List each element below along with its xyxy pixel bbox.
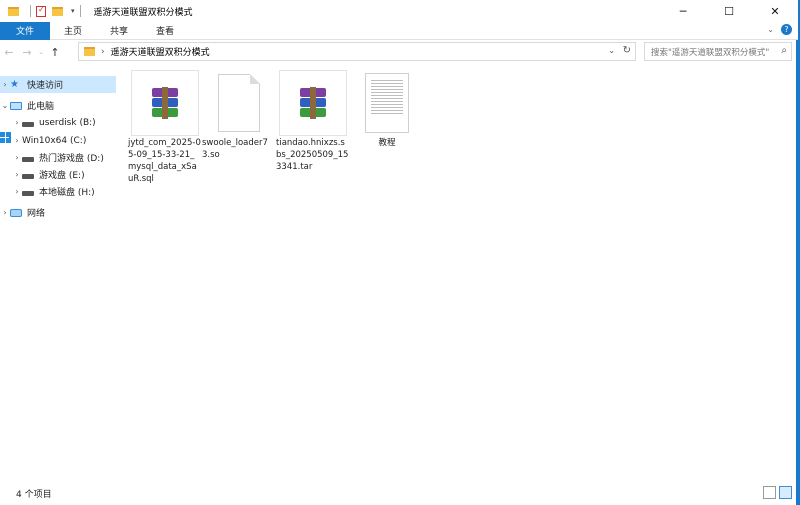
close-button[interactable]: ✕ [752,0,798,22]
view-switcher [763,486,792,499]
expand-arrow-icon[interactable]: › [12,153,22,162]
explorer-window: ▾ 遥游天道联盟双积分模式 ─ ☐ ✕ 文件 主页 共享 查看 ⌄ ? ← → … [0,0,798,505]
tab-home[interactable]: 主页 [50,22,96,40]
folder-icon [84,47,95,56]
network-icon [10,208,22,217]
nav-item-quick-access[interactable]: › ★ 快速访问 [0,76,116,93]
scrollbar[interactable] [792,64,796,482]
search-input[interactable]: 搜索"遥游天道联盟双积分模式" ⌕ [644,42,792,61]
back-button[interactable]: ← [0,42,18,62]
drive-icon [22,121,34,127]
details-view-icon[interactable] [763,486,776,499]
address-row: ← → ⌄ ↑ › 遥游天道联盟双积分模式 ⌄ ↻ 搜索"遥游天道联盟双积分模式… [0,40,798,64]
tab-view[interactable]: 查看 [142,22,188,40]
recent-locations-icon[interactable]: ⌄ [36,42,46,62]
star-icon: ★ [10,78,19,90]
blank-file-icon [205,70,273,136]
nav-item-this-pc[interactable]: ⌄ 此电脑 [0,97,116,114]
nav-label: 此电脑 [27,102,55,112]
breadcrumb[interactable]: 遥游天道联盟双积分模式 [111,45,210,58]
nav-item-drive-b[interactable]: › userdisk (B:) [0,114,116,131]
nav-label: Win10x64 (C:) [22,135,87,146]
expand-arrow-icon[interactable]: › [12,136,22,145]
drive-icon [22,173,34,179]
customize-dropdown-icon[interactable]: ▾ [71,7,75,15]
divider [79,5,81,17]
title-bar: ▾ 遥游天道联盟双积分模式 ─ ☐ ✕ [0,0,798,22]
computer-icon [10,101,22,110]
window-controls: ─ ☐ ✕ [660,0,798,22]
quick-access-toolbar: ▾ [0,0,86,22]
refresh-icon[interactable]: ↻ [623,45,631,56]
tab-file[interactable]: 文件 [0,21,51,40]
properties-icon[interactable] [36,5,46,17]
search-placeholder: 搜索"遥游天道联盟双积分模式" [651,47,770,58]
new-folder-icon[interactable] [52,6,63,16]
item-count: 4 个项目 [16,490,52,500]
address-dropdown-icon[interactable]: ⌄ [608,46,615,55]
large-icons-view-icon[interactable] [779,486,792,499]
file-name: 教程 [378,138,396,148]
file-list: jytd_com_2025-05-09_15-33-21_mysql_data_… [120,64,794,482]
nav-label: 本地磁盘 (H:) [39,188,95,198]
help-icon[interactable]: ? [781,24,792,35]
ribbon-tabs: 文件 主页 共享 查看 ⌄ ? [0,21,798,40]
window-title: 遥游天道联盟双积分模式 [93,7,193,18]
nav-label: userdisk (B:) [39,117,96,128]
expand-arrow-icon[interactable]: › [0,208,10,217]
rar-archive-icon [279,70,347,136]
expand-arrow-icon[interactable]: › [12,118,22,127]
breadcrumb-chevron-icon[interactable]: › [101,47,105,57]
file-name: tiandao.hnixzs.sbs_20250509_153341.tar [276,138,349,172]
file-item[interactable]: 教程 [352,70,422,149]
expand-arrow-icon[interactable]: › [12,187,22,196]
search-icon[interactable]: ⌕ [781,45,787,56]
forward-button[interactable]: → [18,42,36,62]
up-button[interactable]: ↑ [46,42,64,62]
nav-item-drive-e[interactable]: › 游戏盘 (E:) [0,166,116,183]
file-name: jytd_com_2025-05-09_15-33-21_mysql_data_… [128,138,201,184]
address-bar[interactable]: › 遥游天道联盟双积分模式 ⌄ ↻ [78,42,636,61]
expand-arrow-icon[interactable]: › [12,170,22,179]
nav-item-drive-c[interactable]: › Win10x64 (C:) [0,132,116,149]
minimize-button[interactable]: ─ [660,0,706,22]
status-bar: 4 个项目 [0,482,798,505]
expand-arrow-icon[interactable]: › [0,80,10,89]
file-item[interactable]: tiandao.hnixzs.sbs_20250509_153341.tar [276,70,349,173]
rar-archive-icon [131,70,199,136]
text-document-icon [353,70,421,136]
nav-label: 网络 [27,209,46,219]
drive-icon [22,190,34,196]
nav-label: 游戏盘 (E:) [39,171,85,181]
expand-ribbon-icon[interactable]: ⌄ [767,25,774,34]
divider [30,5,31,17]
file-item[interactable]: jytd_com_2025-05-09_15-33-21_mysql_data_… [128,70,201,185]
windows-drive-icon [0,132,11,143]
nav-item-network[interactable]: › 网络 [0,204,116,221]
tab-share[interactable]: 共享 [96,22,142,40]
nav-item-drive-h[interactable]: › 本地磁盘 (H:) [0,183,116,200]
nav-label: 快速访问 [27,81,64,91]
file-item[interactable]: swoole_loader73.so [202,70,274,161]
collapse-arrow-icon[interactable]: ⌄ [0,101,10,110]
file-name: swoole_loader73.so [202,138,268,160]
nav-item-drive-d[interactable]: › 热门游戏盘 (D:) [0,149,116,166]
folder-icon [8,6,19,16]
nav-label: 热门游戏盘 (D:) [39,154,104,164]
navigation-pane: › ★ 快速访问 ⌄ 此电脑 › userdisk (B:) › Win10x6… [0,70,116,480]
drive-icon [22,156,34,162]
maximize-button[interactable]: ☐ [706,0,752,22]
